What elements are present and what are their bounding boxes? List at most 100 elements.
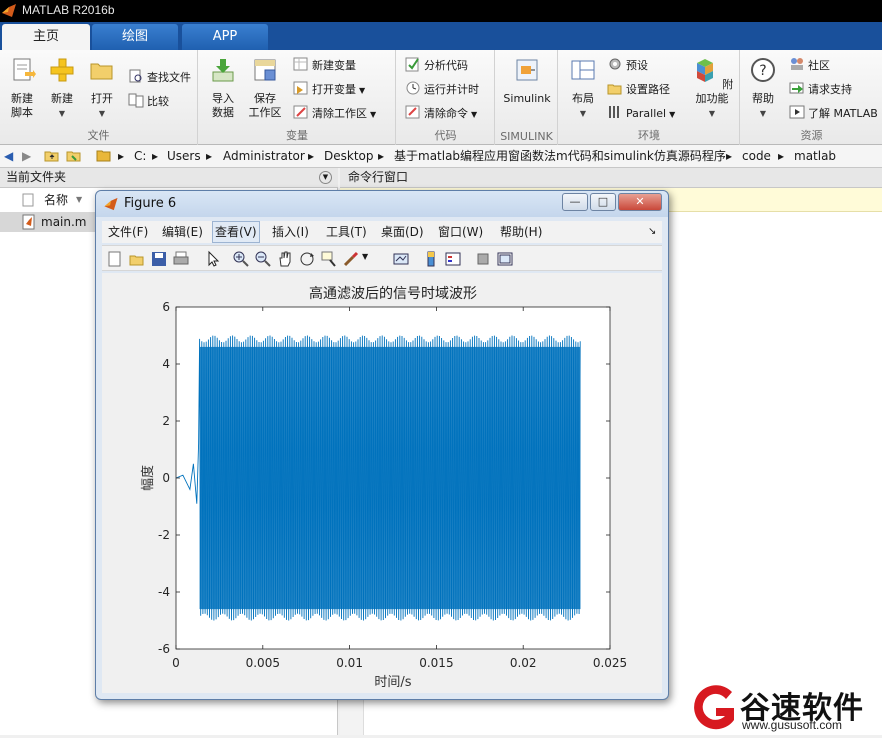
set-path-button[interactable]: 设置路径 [607,80,670,100]
legend-icon[interactable] [444,250,462,268]
forward-arrow-icon[interactable]: ▶ [22,145,31,167]
x-tick-label: 0.02 [510,656,537,670]
chevron-down-icon: ▼ [669,110,676,119]
parallel-button[interactable]: Parallel ▼ [607,104,675,124]
breadcrumb-matlab[interactable]: matlab [794,145,836,167]
open-file-icon[interactable] [128,250,146,268]
new-button[interactable]: 新建 ▼ [42,56,82,121]
breadcrumb-users[interactable]: Users [167,145,201,167]
gear-icon [609,58,621,70]
compare-button[interactable]: 比较 [128,92,169,112]
breadcrumb-project[interactable]: 基于matlab编程应用窗函数法m代码和simulink仿真源码程序 [394,145,726,167]
help-button[interactable]: ? 帮助 ▼ [743,56,783,121]
clear-workspace-button[interactable]: 清除工作区 ▼ [293,104,376,124]
window-title: MATLAB R2016b [22,3,115,17]
minimize-button[interactable]: — [562,193,588,211]
clear-commands-button[interactable]: 清除命令 ▼ [405,104,477,124]
browse-folder-icon[interactable] [66,145,82,167]
menu-file[interactable]: 文件(F) [106,221,150,243]
chevron-down-icon[interactable]: ▼ [362,252,368,261]
new-label: 新建 [51,92,73,105]
edit-plot-icon[interactable] [204,250,222,268]
section-label-variable: 变量 [286,129,308,142]
import-data-button[interactable]: 导入 数据 [203,56,243,120]
community-icon [791,58,803,70]
breadcrumb-separator: ▸ [206,149,213,163]
breadcrumb-administrator[interactable]: Administrator [223,145,305,167]
maximize-button[interactable]: □ [590,193,616,211]
menubar-dock-icon[interactable]: ↘ [646,221,658,243]
plot-area[interactable]: 0 0.005 0.01 0.015 0.02 0.025 6 4 2 0 -2 -4 -6 高通滤波后… [102,273,662,693]
brush-icon[interactable] [342,250,360,268]
community-button[interactable]: 社区 [789,56,830,76]
menu-desktop[interactable]: 桌面(D) [379,221,426,243]
tab-plots[interactable]: 绘图 [92,24,178,50]
layout-label: 布局 [572,92,594,105]
figure-titlebar[interactable]: Figure 6 — □ ✕ [96,191,668,217]
zoom-in-icon[interactable] [232,250,250,268]
compare-label: 比较 [147,95,169,108]
save-workspace-label: 保存 工作区 [248,92,282,119]
breadcrumb-desktop[interactable]: Desktop [324,145,374,167]
breadcrumb-separator: ▸ [726,149,733,163]
rotate-3d-icon[interactable] [298,250,316,268]
ribbon-section-simulink: Simulink SIMULINK [496,50,558,145]
menu-window[interactable]: 窗口(W) [436,221,485,243]
breadcrumb-code[interactable]: code [742,145,771,167]
analyze-code-button[interactable]: 分析代码 [405,56,468,76]
x-tick-label: 0.015 [419,656,453,670]
new-figure-icon[interactable] [106,250,124,268]
svg-text:?: ? [759,63,766,79]
menu-help[interactable]: 帮助(H) [498,221,544,243]
chevron-down-icon: ▼ [471,110,478,119]
colorbar-icon[interactable] [422,250,440,268]
simulink-button[interactable]: Simulink [500,56,554,106]
figure-canvas[interactable]: 0 0.005 0.01 0.015 0.02 0.025 6 4 2 0 -2 -4 -6 高通滤波后… [102,273,662,693]
menu-view[interactable]: 查看(V) [212,221,260,243]
compare-icon [128,93,144,108]
save-icon[interactable] [150,250,168,268]
breadcrumb-c[interactable]: C: [134,145,146,167]
pan-icon[interactable] [276,250,294,268]
tab-home[interactable]: 主页 [2,24,90,50]
new-variable-button[interactable]: 新建变量 [293,56,356,76]
link-plot-icon[interactable] [392,250,410,268]
menu-tools[interactable]: 工具(T) [324,221,369,243]
zoom-out-icon[interactable] [254,250,272,268]
menu-edit[interactable]: 编辑(E) [160,221,205,243]
add-ons-icon [696,59,713,82]
close-button[interactable]: ✕ [618,193,662,211]
print-icon[interactable] [172,250,190,268]
preferences-button[interactable]: 预设 [607,56,648,76]
request-support-button[interactable]: 请求支持 [789,80,852,100]
data-cursor-icon[interactable] [320,250,338,268]
file-name: main.m [41,215,87,229]
x-tick-label: 0.025 [593,656,627,670]
run-and-time-button[interactable]: 运行并计时 [405,80,479,100]
learn-matlab-button[interactable]: 了解 MATLAB [789,104,878,124]
menu-insert[interactable]: 插入(I) [270,221,311,243]
breadcrumb-separator: ▸ [152,149,159,163]
tab-apps[interactable]: APP [182,24,268,50]
help-icon: ? [751,58,775,82]
hide-plot-tools-icon[interactable] [474,250,492,268]
show-plot-tools-icon[interactable] [496,250,514,268]
y-tick-label: -6 [158,642,170,656]
panel-menu-icon[interactable]: ▼ [319,171,332,184]
y-axis-label: 幅度 [140,465,156,491]
find-files-button[interactable]: 查找文件 [128,68,191,88]
open-variable-button[interactable]: 打开变量 ▼ [293,80,365,100]
open-button[interactable]: 打开 ▼ [82,56,122,121]
chevron-down-icon: ▼ [370,110,377,119]
brand-logo-icon [694,685,734,730]
new-script-button[interactable]: 新建 脚本 [2,56,42,120]
back-arrow-icon[interactable]: ◀ [4,145,13,167]
x-axis-label: 时间/s [374,675,411,690]
layout-button[interactable]: 布局 ▼ [563,56,603,121]
section-label-simulink: SIMULINK [500,130,553,143]
up-folder-icon[interactable] [44,145,60,167]
y-tick-label: 4 [162,357,170,371]
add-ons-button[interactable]: 附加功能 ▼ [687,56,737,121]
breadcrumb-separator: ▸ [778,149,785,163]
save-workspace-button[interactable]: 保存 工作区 [245,56,285,120]
